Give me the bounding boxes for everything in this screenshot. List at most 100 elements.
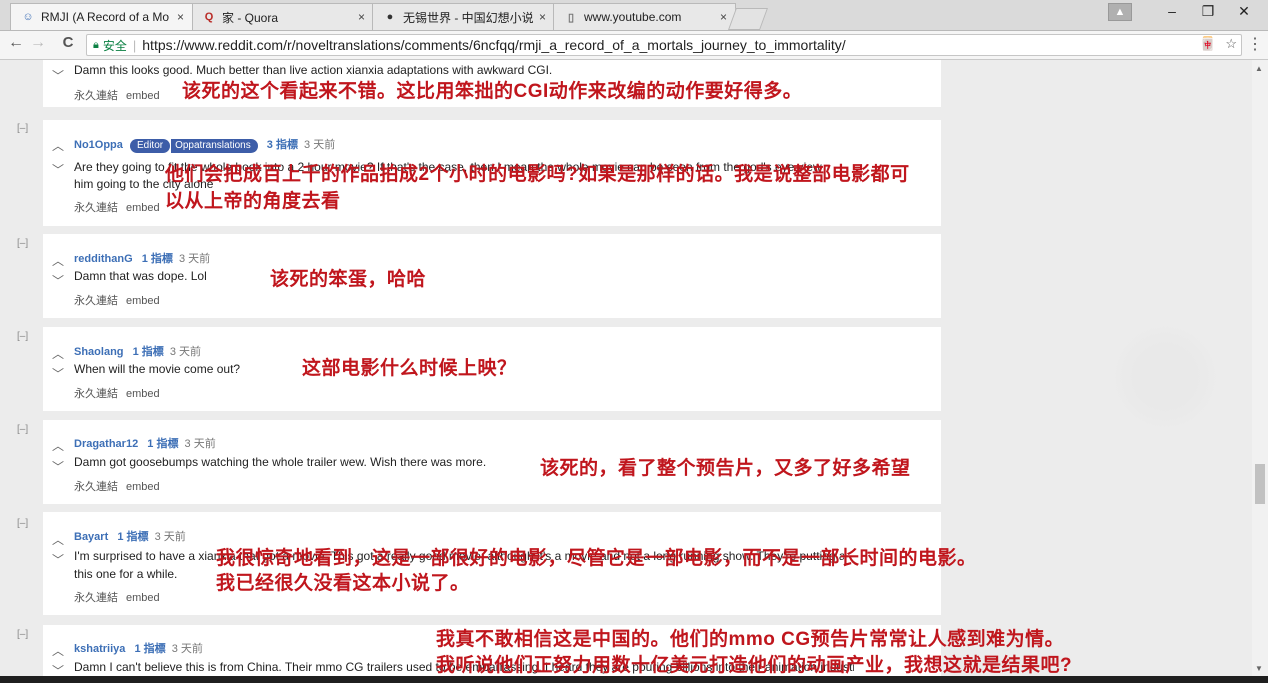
translation-annotation: 我听说他们正努力用数十亿美元打造他们的动画产业，我想这就是结果吧?	[436, 655, 1073, 676]
comment-meta: kshatriiya 1 指標 3 天前	[74, 640, 203, 656]
address-bar[interactable]: 🔒︎ 安全 | https://www.reddit.com/r/noveltr…	[86, 34, 1242, 56]
bookmark-star-icon[interactable]: ☆	[1225, 36, 1237, 51]
comment-points: 1 指標	[117, 531, 149, 543]
tab-title: www.youtube.com	[584, 10, 682, 24]
translation-annotation: 该死的这个看起来不错。这比用笨拙的CGI动作来改编的动作要好得多。	[182, 81, 803, 102]
scroll-up-icon[interactable]: ▲	[1255, 64, 1263, 73]
translation-annotation: 以从上帝的角度去看	[165, 191, 341, 212]
comment-meta: Dragathar12 1 指標 3 天前	[74, 435, 216, 451]
embed-link[interactable]: embed	[126, 481, 160, 493]
new-tab-button[interactable]	[727, 8, 769, 30]
close-tab-icon[interactable]: ×	[720, 10, 727, 24]
downvote-icon[interactable]: ﹀	[52, 458, 64, 475]
comment-author[interactable]: Shaolang	[74, 346, 124, 358]
comment-points: 1 指標	[147, 438, 179, 450]
embed-link[interactable]: embed	[126, 592, 160, 604]
translation-annotation: 我已经很久没看这本小说了。	[216, 573, 470, 594]
downvote-icon[interactable]: ﹀	[52, 365, 64, 382]
permalink-link[interactable]: 永久連結	[74, 295, 118, 307]
comment-meta: Bayart 1 指標 3 天前	[74, 528, 186, 544]
comment-body: Damn that was dope. Lol	[74, 269, 207, 283]
scroll-down-icon[interactable]: ▼	[1255, 664, 1263, 673]
comment-links: 永久連結 embed	[74, 589, 168, 605]
close-tab-icon[interactable]: ×	[177, 10, 184, 24]
upvote-icon[interactable]: ︿	[52, 137, 64, 154]
scrollbar-thumb[interactable]	[1255, 464, 1265, 504]
permalink-link[interactable]: 永久連結	[74, 202, 118, 214]
collapse-toggle[interactable]: [–]	[17, 123, 28, 134]
comment-points: 1 指標	[141, 253, 173, 265]
translation-annotation: 他们会把成百上千的作品拍成2个小时的电影吗?如果是那样的话。我是说整部电影都可	[165, 164, 910, 185]
close-window-button[interactable]: ✕	[1224, 3, 1264, 20]
tab-title: RMJI (A Record of a Mo	[41, 10, 170, 24]
downvote-icon[interactable]: ﹀	[52, 551, 64, 568]
permalink-link[interactable]: 永久連結	[74, 90, 118, 102]
downvote-icon[interactable]: ﹀	[52, 272, 64, 289]
upvote-icon[interactable]: ︿	[52, 531, 64, 548]
comment-links: 永久連結 embed	[74, 87, 168, 103]
collapse-toggle[interactable]: [–]	[17, 238, 28, 249]
quora-icon: Q	[204, 11, 214, 23]
taskbar	[0, 676, 1268, 683]
tab-quora[interactable]: Q 家 - Quora ×	[191, 3, 374, 30]
comment-meta: reddithanG 1 指標 3 天前	[74, 250, 210, 266]
forward-button[interactable]: →	[28, 34, 48, 52]
tab-title: 家 - Quora	[222, 10, 279, 25]
embed-link[interactable]: embed	[126, 202, 160, 214]
wuxiaworld-icon: ●	[386, 11, 394, 23]
embed-link[interactable]: embed	[126, 388, 160, 400]
collapse-toggle[interactable]: [–]	[17, 629, 28, 640]
url-text[interactable]: https://www.reddit.com/r/noveltranslatio…	[142, 37, 845, 53]
comment-meta: No1Oppa Editor Oppatranslations 3 指標 3 天前	[74, 136, 335, 153]
upvote-icon[interactable]: ︿	[52, 437, 64, 454]
page-icon: ▯	[567, 11, 575, 24]
translation-annotation: 该死的，看了整个预告片，又多了好多希望	[540, 458, 911, 479]
flair-badge: Editor	[129, 139, 171, 153]
browser-menu-icon[interactable]: ⋮	[1245, 34, 1265, 54]
comment-points: 1 指標	[132, 346, 164, 358]
comment-body: Damn this looks good. Much better than l…	[74, 63, 553, 77]
embed-link[interactable]: embed	[126, 295, 160, 307]
collapse-toggle[interactable]: [–]	[17, 518, 28, 529]
permalink-link[interactable]: 永久連結	[74, 481, 118, 493]
close-tab-icon[interactable]: ×	[358, 10, 365, 24]
vertical-scrollbar[interactable]: ▲ ▼	[1252, 60, 1268, 683]
embed-link[interactable]: embed	[126, 90, 160, 102]
comment-author[interactable]: No1Oppa	[74, 139, 123, 151]
downvote-icon[interactable]: ﹀	[52, 67, 64, 84]
comment-body: this one for a while.	[74, 567, 178, 581]
permalink-link[interactable]: 永久連結	[74, 388, 118, 400]
downvote-icon[interactable]: ﹀	[52, 161, 64, 178]
close-tab-icon[interactable]: ×	[539, 10, 546, 24]
comment-links: 永久連結 embed	[74, 292, 168, 308]
divider: |	[132, 37, 137, 53]
restore-button[interactable]: ❐	[1188, 3, 1228, 20]
comment-author[interactable]: reddithanG	[74, 253, 133, 265]
back-button[interactable]: ←	[6, 34, 26, 52]
comment-links: 永久連結 embed	[74, 385, 168, 401]
upvote-icon[interactable]: ︿	[52, 345, 64, 362]
minimize-button[interactable]: –	[1152, 3, 1192, 19]
upvote-icon[interactable]: ︿	[52, 642, 64, 659]
tab-reddit[interactable]: ☺ RMJI (A Record of a Mo ×	[10, 3, 193, 30]
comment-meta: Shaolang 1 指標 3 天前	[74, 343, 201, 359]
user-profile-icon[interactable]: ▲	[1108, 3, 1132, 21]
reload-button[interactable]: C	[58, 34, 78, 51]
tab-strip: ☺ RMJI (A Record of a Mo × Q 家 - Quora ×…	[0, 0, 1268, 31]
comment-points: 3 指標	[266, 139, 298, 151]
comment-author[interactable]: kshatriiya	[74, 643, 125, 655]
translation-annotation: 这部电影什么时候上映？	[302, 358, 517, 379]
translation-annotation: 我真不敢相信这是中国的。他们的mmo CG预告片常常让人感到难为情。	[436, 629, 1065, 650]
upvote-icon[interactable]: ︿	[52, 252, 64, 269]
comment-author[interactable]: Dragathar12	[74, 438, 138, 450]
tab-wuxiaworld[interactable]: ● 无锡世界 - 中国幻想小说 ×	[372, 3, 555, 30]
collapse-toggle[interactable]: [–]	[17, 424, 28, 435]
comment-author[interactable]: Bayart	[74, 531, 108, 543]
permalink-link[interactable]: 永久連結	[74, 592, 118, 604]
comment-links: 永久連結 embed	[74, 199, 168, 215]
lock-icon: 🔒︎	[93, 38, 99, 51]
tab-youtube[interactable]: ▯ www.youtube.com ×	[553, 3, 736, 30]
comment-body: Damn got goosebumps watching the whole t…	[74, 455, 487, 469]
collapse-toggle[interactable]: [–]	[17, 331, 28, 342]
translate-icon[interactable]: 🀄	[1200, 36, 1216, 51]
